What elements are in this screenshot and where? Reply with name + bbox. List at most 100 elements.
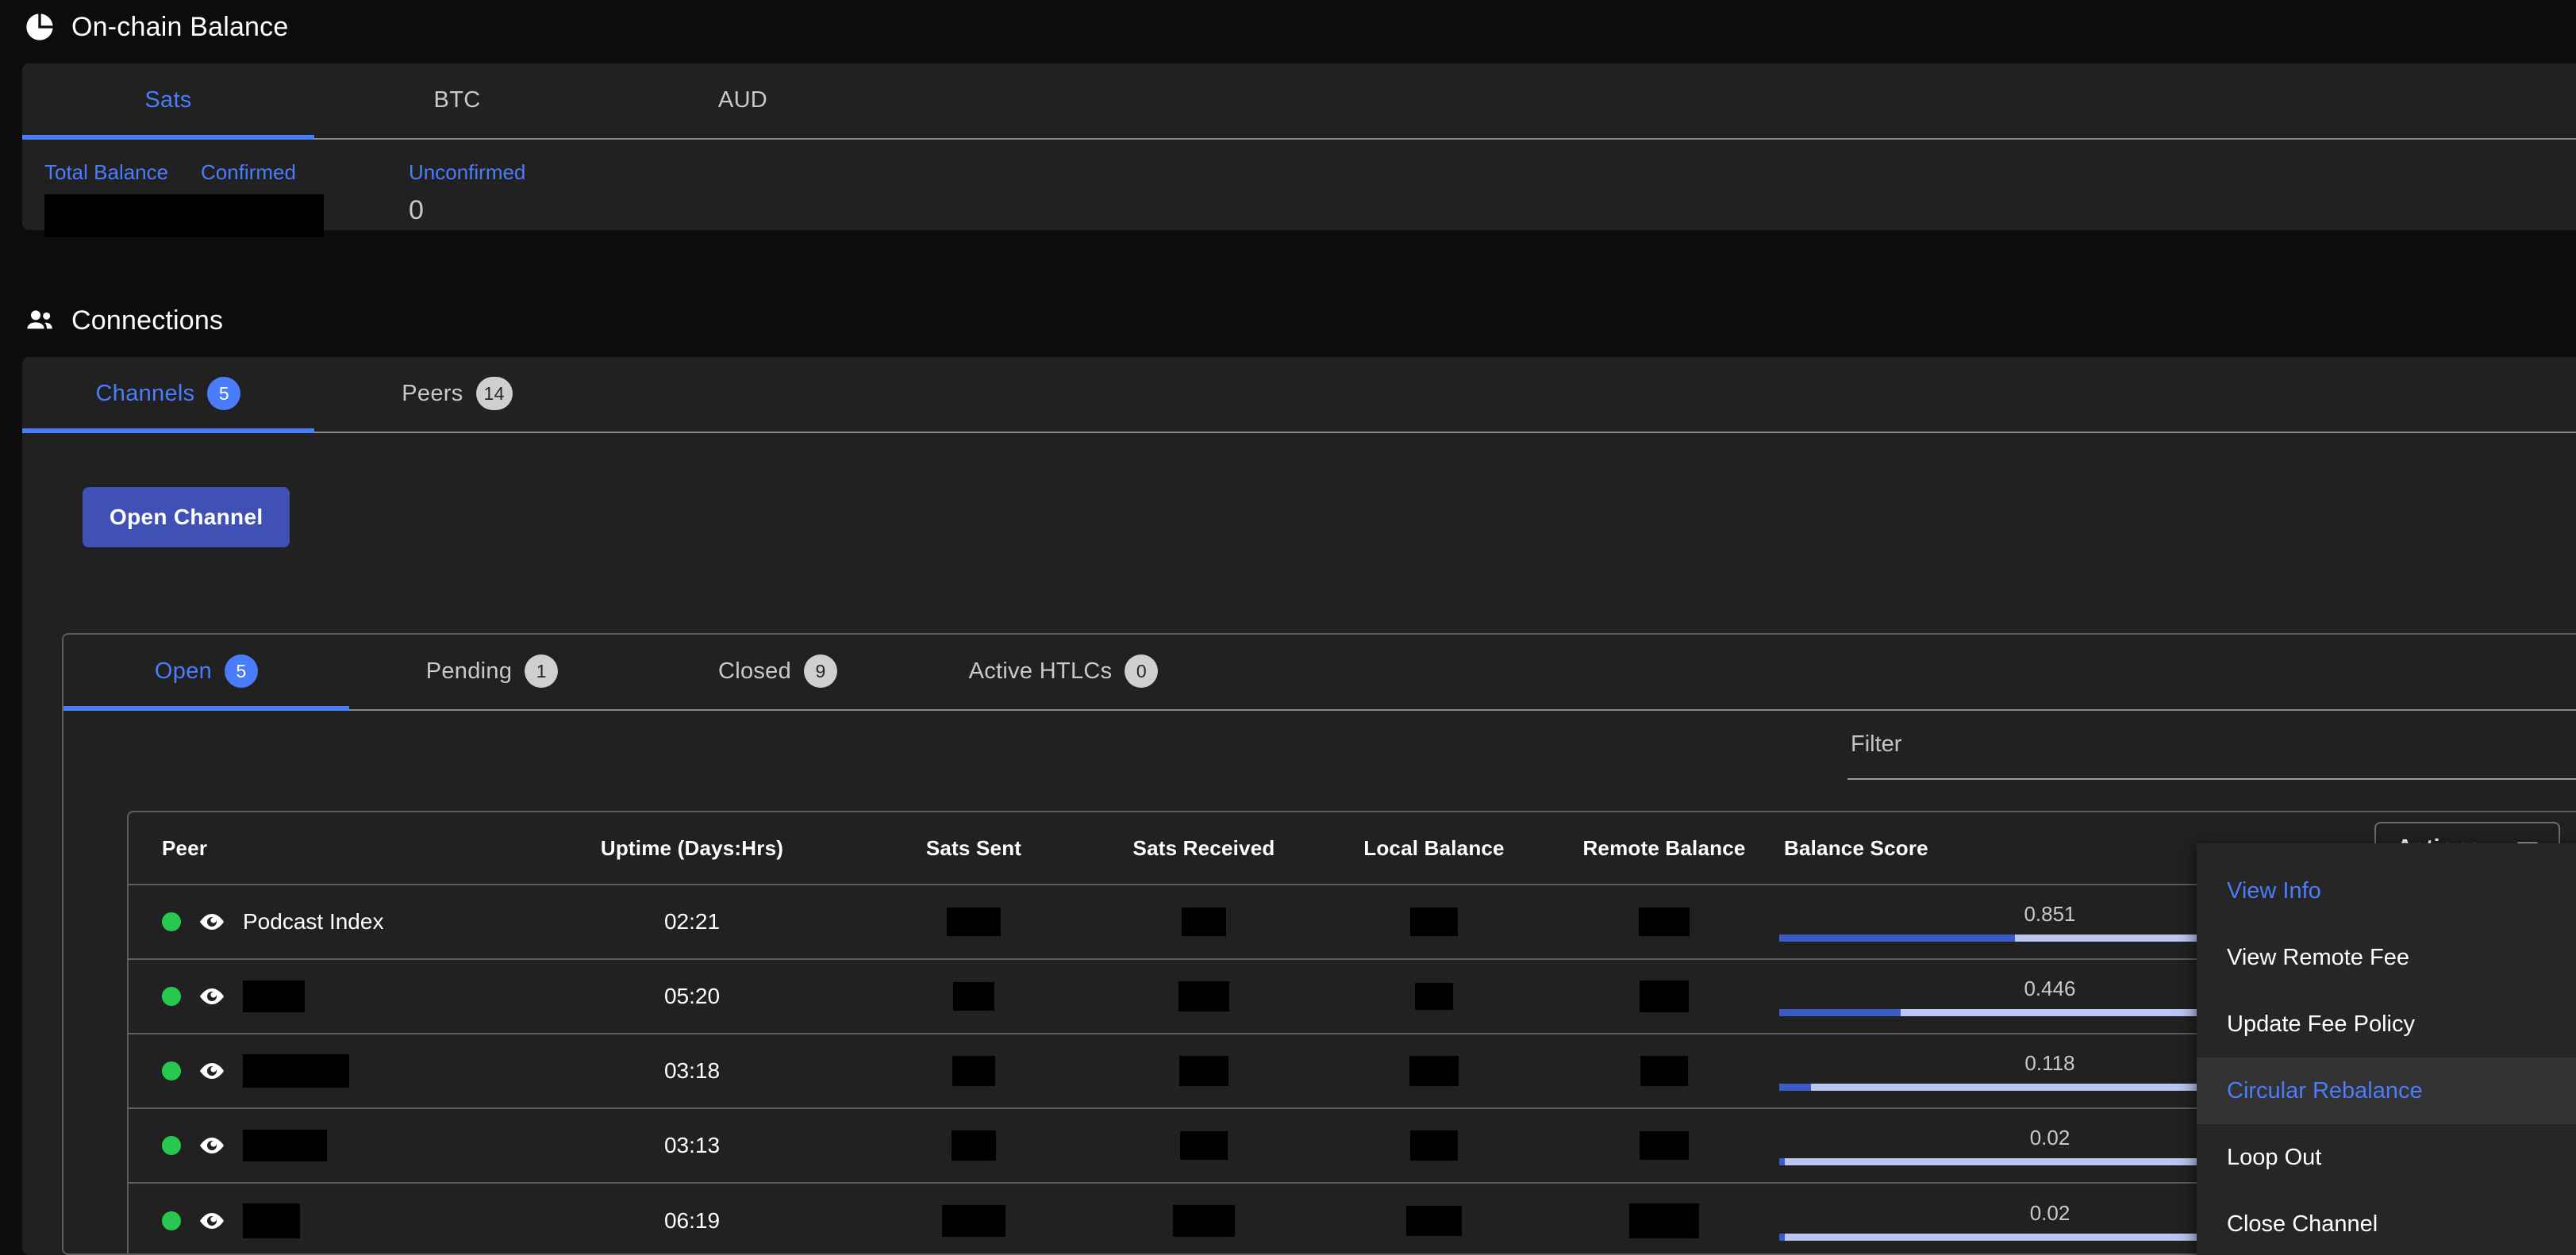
open-channel-button[interactable]: Open Channel [83, 487, 290, 547]
connections-tabstrip: Channels 5 Peers 14 [22, 357, 2576, 433]
cell-local-balance-redacted [1410, 1130, 1458, 1161]
cell-sats-sent-redacted [953, 982, 994, 1011]
total-balance-label: Total Balance [44, 160, 201, 185]
eye-icon[interactable] [198, 1212, 225, 1230]
menu-item-close-channel-label: Close Channel [2227, 1211, 2378, 1238]
subtab-open-count: 5 [225, 654, 258, 688]
tab-peers-count: 14 [476, 377, 513, 410]
pie-chart-icon [24, 11, 56, 43]
subtab-active-htlcs[interactable]: Active HTLCs 0 [921, 633, 1206, 709]
total-balance-value-redacted [44, 194, 324, 237]
subtab-closed-label: Closed [718, 658, 791, 685]
tab-peers-label: Peers [402, 381, 463, 407]
confirmed-balance-label: Confirmed [201, 160, 344, 185]
filter-label: Filter [1847, 731, 2576, 758]
menu-item-circular-rebalance-label: Circular Rebalance [2227, 1078, 2423, 1104]
onchain-balance-title: On-chain Balance [71, 12, 288, 43]
tab-btc[interactable]: BTC [314, 62, 600, 138]
balance-score-fill [1779, 1234, 1785, 1241]
menu-item-close-channel[interactable]: Close Channel [2197, 1191, 2576, 1255]
eye-icon[interactable] [198, 1137, 225, 1154]
tab-peers[interactable]: Peers 14 [314, 355, 600, 432]
currency-tabstrip: Sats BTC AUD [22, 63, 2576, 140]
col-sats-received: Sats Received [1133, 836, 1275, 861]
status-dot-online [162, 1136, 181, 1155]
menu-item-view-info-label: View Info [2227, 878, 2321, 904]
col-remote-balance: Remote Balance [1582, 836, 1745, 861]
balance-values-row: Total Balance Confirmed Unconfirmed 0 [22, 140, 2576, 261]
subtab-open[interactable]: Open 5 [63, 633, 349, 709]
cell-sats-received-redacted [1180, 1131, 1228, 1160]
balance-score-fill [1779, 1009, 1901, 1016]
balance-score-fill [1779, 1084, 1811, 1091]
menu-item-update-fee-policy-label: Update Fee Policy [2227, 1011, 2415, 1038]
cell-local-balance-redacted [1409, 1056, 1459, 1086]
status-dot-online [162, 912, 181, 931]
cell-sats-sent-redacted [952, 1130, 996, 1161]
subtab-active-htlcs-label: Active HTLCs [969, 658, 1113, 685]
col-local-balance: Local Balance [1363, 836, 1504, 861]
eye-icon[interactable] [198, 913, 225, 931]
menu-item-view-info[interactable]: View Info [2197, 858, 2576, 924]
cell-peer: Podcast Index [243, 909, 383, 935]
cell-uptime: 06:19 [664, 1208, 720, 1234]
unconfirmed-balance-label: Unconfirmed [409, 160, 661, 185]
cell-sats-received-redacted [1173, 1205, 1235, 1237]
connections-header: Connections [0, 305, 223, 336]
cell-sats-received-redacted [1179, 1056, 1228, 1086]
tab-channels[interactable]: Channels 5 [22, 355, 314, 432]
col-sats-sent: Sats Sent [926, 836, 1021, 861]
onchain-balance-section: On-chain Balance Sats BTC AUD Total Bala… [0, 0, 2576, 230]
cell-sats-sent-redacted [947, 908, 1001, 936]
subtab-pending[interactable]: Pending 1 [349, 633, 635, 709]
menu-item-update-fee-policy[interactable]: Update Fee Policy [2197, 991, 2576, 1057]
eye-icon[interactable] [198, 988, 225, 1005]
unconfirmed-balance-value: 0 [409, 194, 661, 226]
filter-underline [1847, 778, 2576, 780]
filter-field[interactable]: Filter [1847, 731, 2576, 780]
subtab-pending-count: 1 [525, 654, 558, 688]
connections-card: Channels 5 Peers 14 Open Channel Open [22, 357, 2576, 1255]
cell-remote-balance-redacted [1640, 1056, 1688, 1086]
tab-aud[interactable]: AUD [600, 62, 886, 138]
connections-section: Connections Channels 5 Peers 14 Open Cha… [0, 270, 2576, 1255]
tab-sats-label: Sats [144, 87, 191, 113]
onchain-balance-header: On-chain Balance [0, 11, 288, 43]
cell-local-balance-redacted [1406, 1206, 1462, 1236]
cell-peer-redacted [243, 1054, 349, 1088]
cell-local-balance-redacted [1410, 908, 1458, 936]
actions-dropdown-menu: View Info View Remote Fee Update Fee Pol… [2197, 843, 2576, 1255]
cell-uptime: 02:21 [664, 909, 720, 935]
menu-item-circular-rebalance[interactable]: Circular Rebalance [2197, 1057, 2576, 1124]
col-balance-score: Balance Score [1784, 836, 1928, 860]
cell-sats-received-redacted [1182, 908, 1226, 936]
subtab-active-htlcs-count: 0 [1125, 654, 1158, 688]
subtab-open-label: Open [155, 658, 212, 685]
tab-aud-label: AUD [718, 87, 767, 113]
cell-remote-balance-redacted [1640, 1131, 1689, 1160]
subtab-closed[interactable]: Closed 9 [635, 633, 921, 709]
menu-item-view-remote-fee-label: View Remote Fee [2227, 945, 2409, 971]
menu-item-loop-out[interactable]: Loop Out [2197, 1124, 2576, 1191]
onchain-balance-card: Sats BTC AUD Total Balance Confirmed [22, 63, 2576, 230]
tab-channels-count: 5 [207, 377, 240, 410]
cell-peer-redacted [243, 981, 305, 1012]
cell-remote-balance-redacted [1640, 981, 1689, 1012]
tab-sats[interactable]: Sats [22, 62, 314, 138]
cell-sats-sent-redacted [952, 1056, 995, 1086]
cell-sats-sent-redacted [942, 1205, 1005, 1237]
menu-item-view-remote-fee[interactable]: View Remote Fee [2197, 924, 2576, 991]
people-icon [24, 305, 56, 336]
eye-icon[interactable] [198, 1062, 225, 1080]
tab-channels-label: Channels [96, 381, 195, 407]
subtab-pending-label: Pending [426, 658, 513, 685]
tab-btc-label: BTC [434, 87, 481, 113]
balance-score-fill [1779, 935, 2015, 942]
col-uptime: Uptime (Days:Hrs) [601, 836, 783, 861]
open-channel-button-wrap: Open Channel [83, 487, 290, 547]
status-dot-online [162, 1211, 181, 1230]
col-peer: Peer [162, 836, 207, 861]
cell-remote-balance-redacted [1639, 908, 1690, 936]
cell-sats-received-redacted [1178, 981, 1229, 1011]
unconfirmed-balance-block: Unconfirmed 0 [344, 160, 661, 226]
